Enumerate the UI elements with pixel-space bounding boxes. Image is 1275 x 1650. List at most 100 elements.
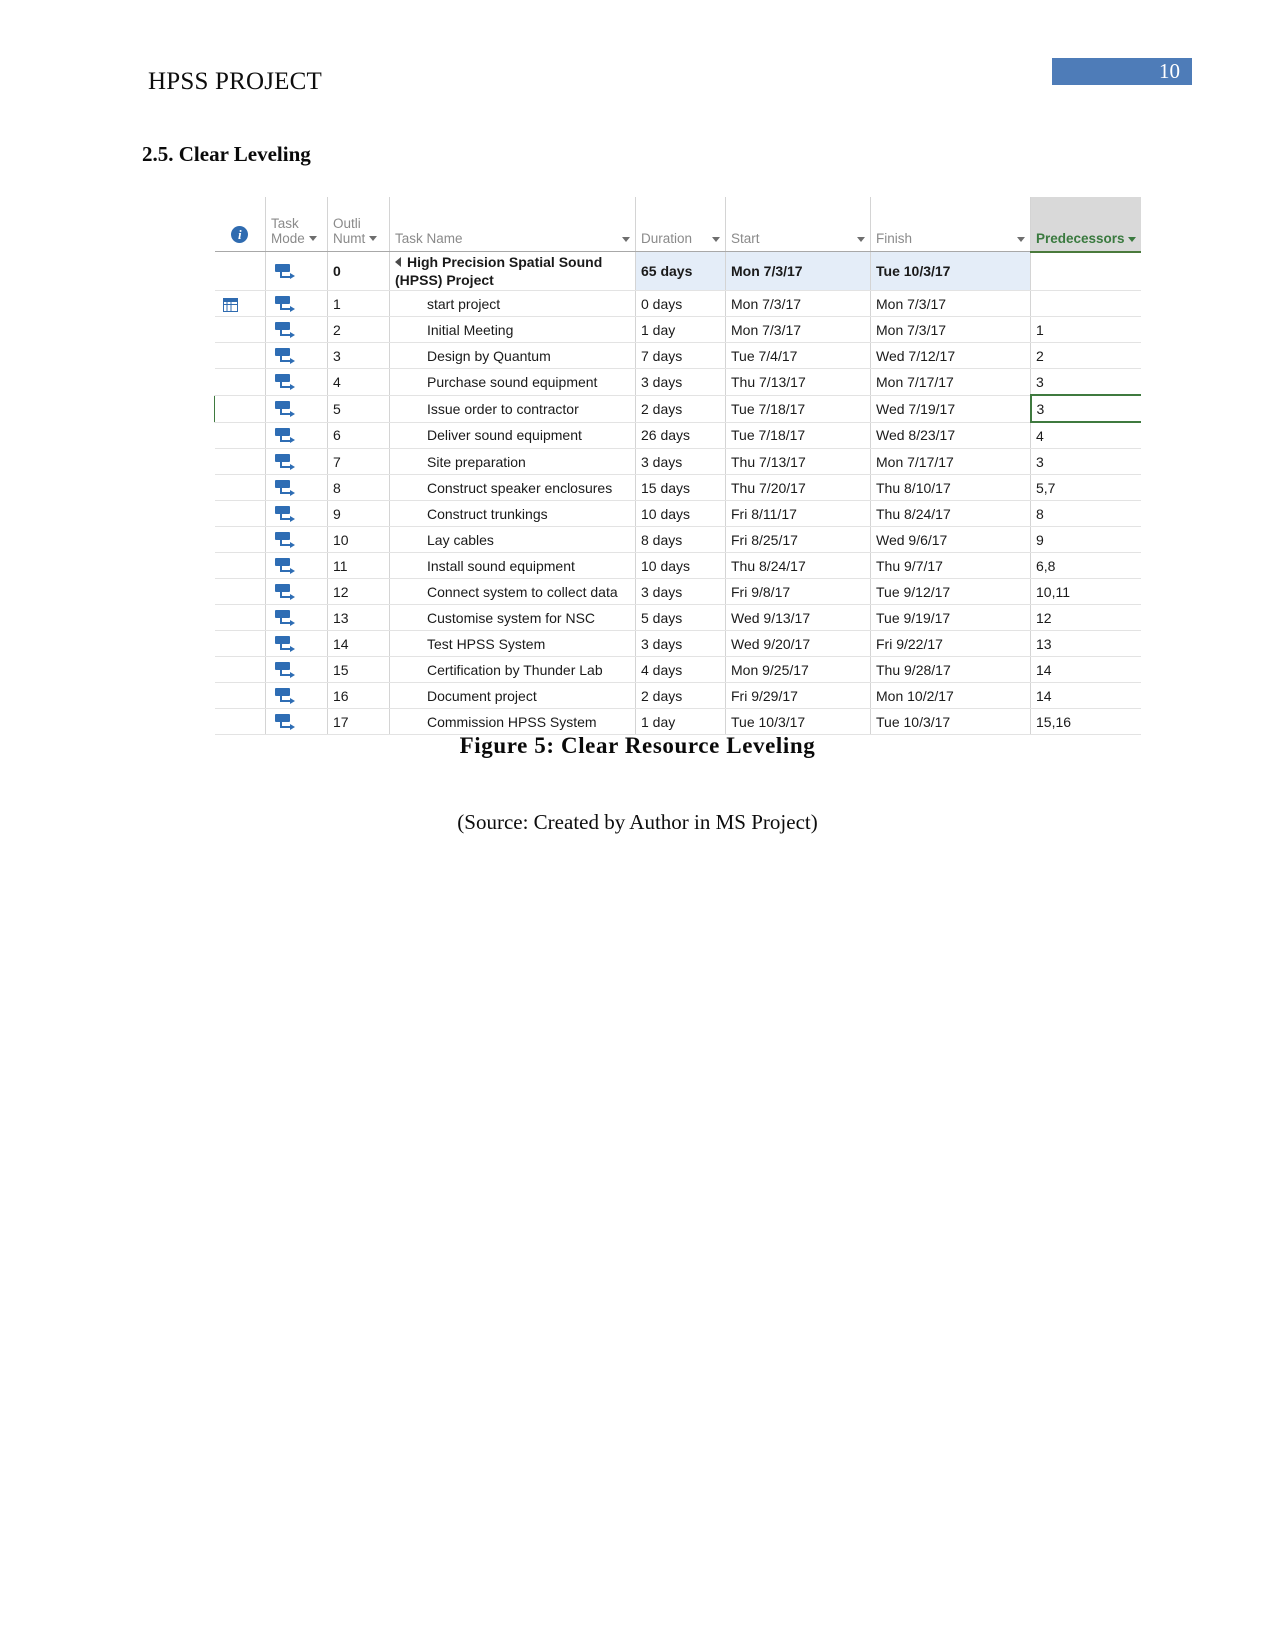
cell-start[interactable]: Mon 7/3/17	[725, 316, 871, 343]
table-row[interactable]: 2 Initial Meeting 1 day Mon 7/3/17 Mon 7/3/1…	[214, 316, 1141, 343]
cell-start[interactable]: Thu 7/20/17	[725, 474, 871, 501]
cell-finish[interactable]: Mon 7/3/17	[870, 290, 1031, 317]
cell-outline-number[interactable]: 14	[327, 630, 390, 657]
cell-start[interactable]: Fri 9/29/17	[725, 682, 871, 709]
cell-task-mode[interactable]	[265, 604, 328, 631]
cell-task-mode[interactable]	[265, 394, 328, 423]
cell-outline-number[interactable]: 1	[327, 290, 390, 317]
cell-outline-number[interactable]: 16	[327, 682, 390, 709]
cell-outline-number[interactable]: 6	[327, 422, 390, 449]
cell-task-name[interactable]: Customise system for NSC	[389, 604, 636, 631]
cell-duration[interactable]: 1 day	[635, 708, 726, 735]
cell-indicator[interactable]	[214, 368, 266, 396]
cell-indicator[interactable]	[214, 656, 266, 683]
cell-finish[interactable]: Wed 7/19/17	[870, 394, 1031, 423]
cell-duration[interactable]: 3 days	[635, 368, 726, 396]
cell-task-mode[interactable]	[265, 708, 328, 735]
table-row[interactable]: 7 Site preparation 3 days Thu 7/13/17 Mon 7/…	[214, 448, 1141, 475]
column-header-predecessors[interactable]: Predecessors	[1030, 197, 1141, 253]
cell-duration[interactable]: 0 days	[635, 290, 726, 317]
cell-task-mode[interactable]	[265, 474, 328, 501]
cell-duration[interactable]: 7 days	[635, 342, 726, 369]
chevron-down-icon[interactable]	[712, 237, 720, 242]
table-row[interactable]: 3 Design by Quantum 7 days Tue 7/4/17 Wed 7/…	[214, 342, 1141, 369]
cell-task-name[interactable]: Deliver sound equipment	[389, 422, 636, 449]
cell-predecessors[interactable]: 3	[1030, 368, 1141, 396]
cell-duration[interactable]: 4 days	[635, 656, 726, 683]
cell-predecessors[interactable]: 4	[1030, 422, 1141, 449]
cell-task-mode[interactable]	[265, 342, 328, 369]
cell-start[interactable]: Fri 8/25/17	[725, 526, 871, 553]
cell-task-name[interactable]: Commission HPSS System	[389, 708, 636, 735]
cell-duration[interactable]: 10 days	[635, 500, 726, 527]
cell-indicator[interactable]	[214, 342, 266, 369]
cell-task-mode[interactable]	[265, 448, 328, 475]
cell-start[interactable]: Wed 9/20/17	[725, 630, 871, 657]
cell-finish[interactable]: Wed 9/6/17	[870, 526, 1031, 553]
table-row[interactable]: 11 Install sound equipment 10 days Thu 8/24…	[214, 552, 1141, 579]
cell-task-name[interactable]: High Precision Spatial Sound (HPSS) Proj…	[389, 251, 636, 291]
cell-indicator[interactable]	[214, 316, 266, 343]
cell-task-mode[interactable]	[265, 578, 328, 605]
cell-finish[interactable]: Tue 10/3/17	[870, 251, 1031, 291]
cell-duration[interactable]: 1 day	[635, 316, 726, 343]
cell-duration[interactable]: 26 days	[635, 422, 726, 449]
cell-duration[interactable]: 2 days	[635, 682, 726, 709]
cell-predecessors[interactable]: 15,16	[1030, 708, 1141, 735]
cell-finish[interactable]: Thu 8/24/17	[870, 500, 1031, 527]
cell-indicator[interactable]	[214, 630, 266, 657]
cell-predecessors[interactable]	[1030, 251, 1141, 291]
cell-duration[interactable]: 3 days	[635, 630, 726, 657]
cell-outline-number[interactable]: 0	[327, 251, 390, 291]
table-row[interactable]: 16 Document project 2 days Fri 9/29/17 Mon 1…	[214, 682, 1141, 709]
cell-predecessors[interactable]: 5,7	[1030, 474, 1141, 501]
cell-indicator[interactable]	[214, 251, 266, 291]
cell-task-name[interactable]: Site preparation	[389, 448, 636, 475]
cell-outline-number[interactable]: 15	[327, 656, 390, 683]
cell-finish[interactable]: Fri 9/22/17	[870, 630, 1031, 657]
cell-task-mode[interactable]	[265, 630, 328, 657]
cell-finish[interactable]: Wed 7/12/17	[870, 342, 1031, 369]
cell-indicator[interactable]	[214, 604, 266, 631]
column-header-info[interactable]: i	[214, 197, 266, 252]
cell-duration[interactable]: 65 days	[635, 251, 726, 291]
cell-duration[interactable]: 2 days	[635, 394, 726, 423]
cell-predecessors[interactable]: 9	[1030, 526, 1141, 553]
chevron-down-icon[interactable]	[857, 237, 865, 242]
cell-predecessors[interactable]: 6,8	[1030, 552, 1141, 579]
cell-outline-number[interactable]: 11	[327, 552, 390, 579]
cell-start[interactable]: Mon 7/3/17	[725, 251, 871, 291]
chevron-down-icon[interactable]	[1017, 237, 1025, 242]
cell-finish[interactable]: Thu 9/28/17	[870, 656, 1031, 683]
cell-outline-number[interactable]: 8	[327, 474, 390, 501]
cell-predecessors[interactable]	[1030, 290, 1141, 317]
cell-indicator[interactable]	[214, 290, 266, 317]
column-header-start[interactable]: Start	[725, 197, 871, 252]
cell-indicator[interactable]	[214, 578, 266, 605]
cell-start[interactable]: Mon 7/3/17	[725, 290, 871, 317]
chevron-down-icon[interactable]	[1127, 236, 1136, 242]
cell-predecessors[interactable]: 8	[1030, 500, 1141, 527]
table-row[interactable]: 13 Customise system for NSC 5 days Wed 9/13…	[214, 604, 1141, 631]
cell-finish[interactable]: Mon 10/2/17	[870, 682, 1031, 709]
cell-task-name[interactable]: Purchase sound equipment	[389, 368, 636, 396]
column-header-task-mode[interactable]: Task Mode	[265, 197, 328, 252]
cell-task-name[interactable]: Test HPSS System	[389, 630, 636, 657]
cell-predecessors[interactable]: 14	[1030, 656, 1141, 683]
cell-predecessors[interactable]: 10,11	[1030, 578, 1141, 605]
cell-outline-number[interactable]: 9	[327, 500, 390, 527]
cell-start[interactable]: Thu 7/13/17	[725, 368, 871, 396]
cell-task-name[interactable]: Construct speaker enclosures	[389, 474, 636, 501]
column-header-outline-number[interactable]: Outli Numt	[327, 197, 390, 252]
cell-task-mode[interactable]	[265, 251, 328, 291]
cell-task-mode[interactable]	[265, 368, 328, 396]
cell-task-name[interactable]: Install sound equipment	[389, 552, 636, 579]
cell-predecessors[interactable]: 3	[1029, 394, 1141, 423]
cell-task-name[interactable]: start project	[389, 290, 636, 317]
cell-outline-number[interactable]: 12	[327, 578, 390, 605]
cell-start[interactable]: Wed 9/13/17	[725, 604, 871, 631]
cell-duration[interactable]: 3 days	[635, 578, 726, 605]
table-row[interactable]: 5 Issue order to contractor 2 days Tue 7/18…	[214, 394, 1141, 423]
table-row[interactable]: 6 Deliver sound equipment 26 days Tue 7/18/…	[214, 422, 1141, 449]
cell-predecessors[interactable]: 12	[1030, 604, 1141, 631]
